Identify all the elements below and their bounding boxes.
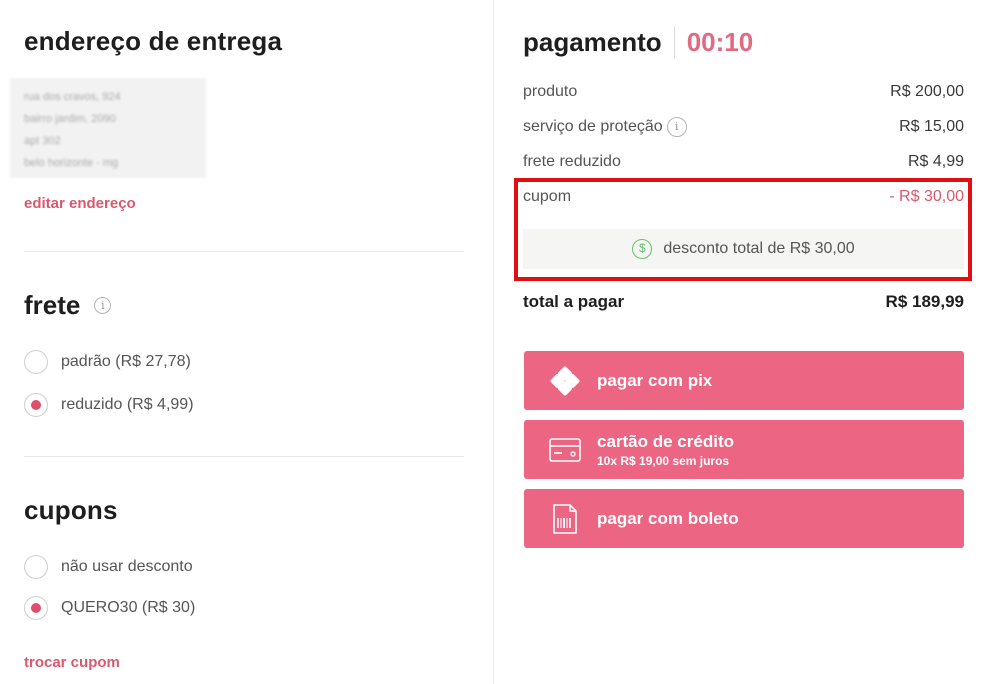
payment-header: pagamento 00:10 <box>523 26 753 58</box>
installments-note: 10x R$ 19,00 sem juros <box>597 453 730 468</box>
credit-card-button[interactable]: cartão de crédito 10x R$ 19,00 sem juros <box>524 420 964 479</box>
address-line: apt 302 <box>24 135 61 147</box>
barcode-icon <box>548 502 582 536</box>
delivery-address: rua dos cravos, 924 bairro jardim, 2090 … <box>10 78 206 178</box>
radio-button-selected[interactable] <box>24 393 48 417</box>
shipping-header: frete i <box>24 290 112 321</box>
summary-row-protection: serviço de proteção i R$ 15,00 <box>523 117 964 137</box>
summary-value: R$ 4,99 <box>907 153 964 170</box>
credit-card-label: cartão de crédito <box>597 431 734 451</box>
summary-label-group: serviço de proteção i <box>523 117 687 137</box>
total-value: R$ 189,99 <box>885 292 964 311</box>
boleto-button-label: pagar com boleto <box>597 508 739 528</box>
shipping-option-standard[interactable]: padrão (R$ 27,78) <box>24 350 191 374</box>
radio-button[interactable] <box>24 350 48 374</box>
divider <box>24 251 464 252</box>
divider <box>24 456 464 457</box>
summary-row-shipping: frete reduzido R$ 4,99 <box>523 153 964 171</box>
summary-row-total: total a pagar R$ 189,99 <box>523 292 964 312</box>
credit-card-icon <box>548 433 582 467</box>
radio-button-selected[interactable] <box>24 596 48 620</box>
address-line: rua dos cravos, 924 <box>24 91 121 103</box>
coupon-option-label: não usar desconto <box>61 558 193 575</box>
pay-with-pix-button[interactable]: pagar com pix <box>524 351 964 410</box>
summary-label: frete reduzido <box>523 153 621 170</box>
header-separator <box>673 26 675 58</box>
shipping-title: frete <box>24 290 81 320</box>
coupon-option-none[interactable]: não usar desconto <box>24 555 193 579</box>
summary-value: R$ 15,00 <box>899 118 964 135</box>
pix-button-label: pagar com pix <box>597 370 713 390</box>
coupon-option-quero30[interactable]: QUERO30 (R$ 30) <box>24 596 195 620</box>
delivery-title: endereço de entrega <box>24 26 283 56</box>
summary-label: serviço de proteção <box>523 118 663 135</box>
shipping-option-reduced[interactable]: reduzido (R$ 4,99) <box>24 393 194 417</box>
change-coupon-link[interactable]: trocar cupom <box>24 654 120 671</box>
summary-row-product: produto R$ 200,00 <box>523 83 964 101</box>
credit-card-text: cartão de crédito 10x R$ 19,00 sem juros <box>597 432 734 468</box>
coupon-option-label: QUERO30 (R$ 30) <box>61 599 196 616</box>
payment-timer: 00:10 <box>686 26 754 57</box>
summary-value: R$ 200,00 <box>890 83 964 100</box>
payment-panel: pagamento 00:10 produto R$ 200,00 serviç… <box>495 0 984 684</box>
pix-icon <box>548 364 582 398</box>
info-icon[interactable]: i <box>666 117 687 137</box>
coupon-highlight-box <box>514 178 972 281</box>
address-line: bairro jardim, 2090 <box>24 113 116 125</box>
payment-title: pagamento <box>523 26 662 57</box>
checkout-details-panel: endereço de entrega rua dos cravos, 924 … <box>0 0 494 684</box>
pay-with-boleto-button[interactable]: pagar com boleto <box>524 489 964 548</box>
shipping-option-label: reduzido (R$ 4,99) <box>61 396 194 413</box>
info-icon[interactable]: i <box>94 297 112 314</box>
summary-label: produto <box>523 83 578 100</box>
total-label: total a pagar <box>523 292 625 311</box>
shipping-option-label: padrão (R$ 27,78) <box>61 353 191 370</box>
address-line: belo horizonte - mg <box>24 157 119 169</box>
edit-address-link[interactable]: editar endereço <box>24 195 136 212</box>
coupons-title: cupons <box>24 495 118 525</box>
radio-button[interactable] <box>24 555 48 579</box>
